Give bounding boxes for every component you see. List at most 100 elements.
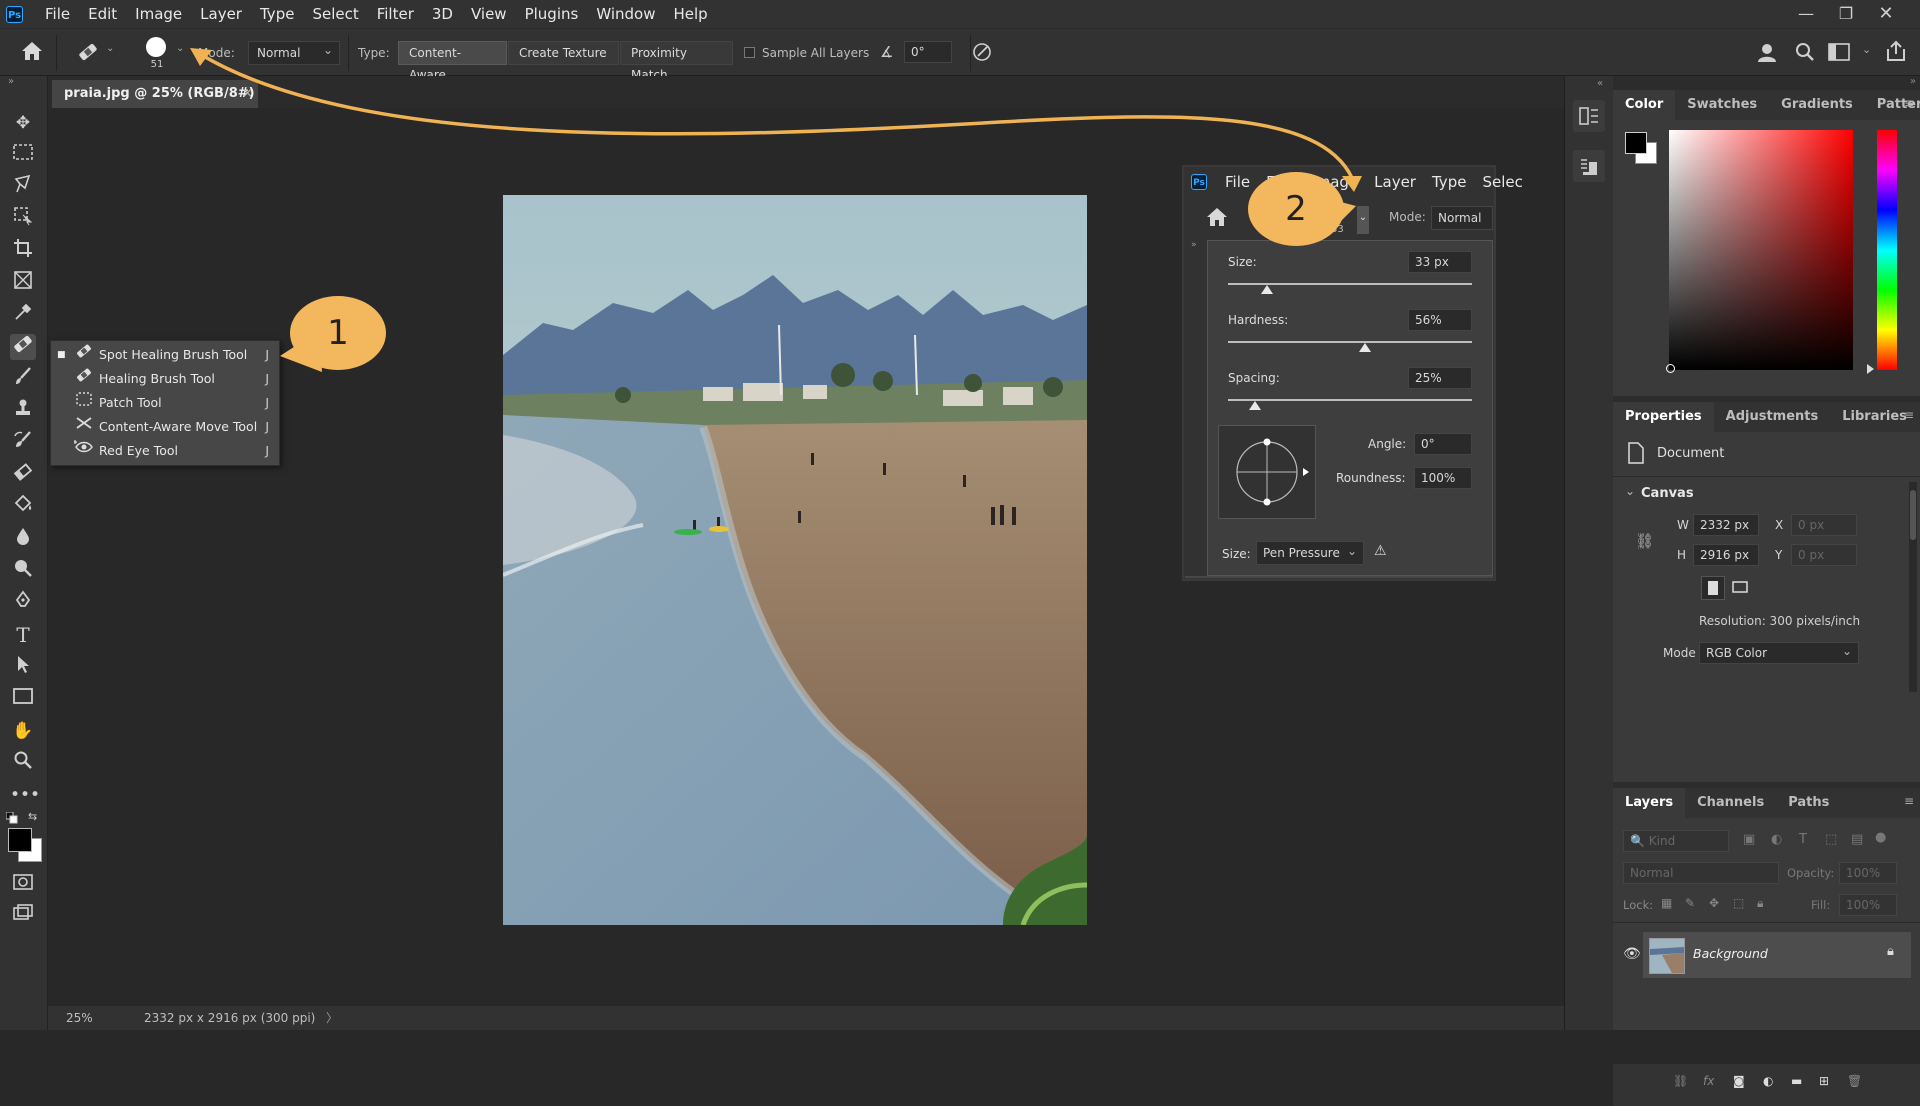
canvas-width-input[interactable]: 2332 px: [1693, 514, 1759, 536]
document-tab[interactable]: praia.jpg @ 25% (RGB/8#) ×: [52, 80, 258, 108]
crop-tool-icon[interactable]: [10, 238, 36, 264]
adjustment-layer-icon[interactable]: ◐: [1763, 1074, 1773, 1088]
inset-menu-select[interactable]: Selec: [1474, 168, 1530, 196]
create-texture-button[interactable]: Create Texture: [508, 41, 619, 65]
menu-window[interactable]: Window: [587, 0, 664, 28]
paint-bucket-tool-icon[interactable]: [10, 494, 36, 520]
inset-menu-layer[interactable]: Layer: [1366, 168, 1424, 196]
new-group-icon[interactable]: ▬: [1791, 1074, 1802, 1088]
filter-pixel-icon[interactable]: ▣: [1743, 832, 1755, 847]
layer-effects-icon[interactable]: fx: [1703, 1074, 1714, 1088]
lock-position-icon[interactable]: ✥: [1709, 896, 1719, 910]
layer-kind-filter[interactable]: 🔍 Kind: [1623, 830, 1729, 852]
layers-menu-icon[interactable]: ≡: [1904, 794, 1914, 808]
canvas-height-input[interactable]: 2916 px: [1693, 544, 1759, 566]
tab-paths[interactable]: Paths: [1776, 788, 1841, 818]
hardness-slider-thumb[interactable]: [1358, 343, 1371, 352]
eyedropper-tool-icon[interactable]: [10, 302, 36, 328]
tab-properties[interactable]: Properties: [1613, 402, 1714, 432]
history-brush-tool-icon[interactable]: [10, 430, 36, 456]
collapse-toolbar-icon[interactable]: »: [8, 76, 14, 87]
inset-brush-chevron-icon[interactable]: ⌄: [1357, 206, 1369, 234]
layer-lock-icon[interactable]: 🔒︎: [1887, 944, 1894, 959]
layer-row-background[interactable]: Background 🔒︎: [1643, 932, 1911, 978]
brush-picker-chevron-icon[interactable]: ⌄: [176, 43, 184, 54]
menu-file[interactable]: File: [36, 0, 79, 28]
rectangle-tool-icon[interactable]: [10, 686, 36, 712]
menu-layer[interactable]: Layer: [191, 0, 251, 28]
menu-filter[interactable]: Filter: [368, 0, 423, 28]
tab-adjustments[interactable]: Adjustments: [1714, 402, 1831, 432]
menu-edit[interactable]: Edit: [79, 0, 126, 28]
flyout-patch-tool[interactable]: Patch Tool J: [51, 391, 279, 415]
angle-input[interactable]: 0°: [904, 41, 952, 63]
brush-tool-icon[interactable]: [10, 366, 36, 392]
size-slider-thumb[interactable]: [1261, 285, 1274, 294]
spacing-input[interactable]: 25%: [1408, 367, 1472, 389]
mode-select[interactable]: Normal: [248, 39, 340, 65]
share-user-icon[interactable]: [1756, 41, 1780, 68]
history-panel-icon[interactable]: [1573, 100, 1605, 132]
spacing-slider-thumb[interactable]: [1248, 401, 1261, 410]
canvas-y-input[interactable]: 0 px: [1791, 544, 1857, 566]
hue-slider-thumb[interactable]: [1867, 364, 1874, 374]
size-input[interactable]: 33 px: [1408, 251, 1472, 273]
menu-3d[interactable]: 3D: [423, 0, 462, 28]
brush-tip-preview[interactable]: [1218, 425, 1316, 519]
swap-colors-icon[interactable]: ⇆: [28, 810, 37, 823]
color-field[interactable]: [1669, 130, 1853, 370]
layer-visibility-eye-icon[interactable]: 👁︎: [1623, 946, 1641, 962]
clone-stamp-tool-icon[interactable]: [10, 398, 36, 424]
edit-toolbar-icon[interactable]: •••: [10, 782, 40, 808]
menu-plugins[interactable]: Plugins: [516, 0, 588, 28]
default-colors-icon[interactable]: [5, 811, 18, 824]
fill-input[interactable]: 100%: [1839, 894, 1897, 916]
link-dimensions-icon[interactable]: ⛓: [1635, 532, 1654, 550]
new-layer-icon[interactable]: ⊞: [1819, 1074, 1829, 1088]
properties-scrollbar[interactable]: [1909, 482, 1917, 692]
move-tool-icon[interactable]: ✥: [10, 110, 36, 136]
hue-slider[interactable]: [1877, 130, 1897, 370]
filter-adjustment-icon[interactable]: ◐: [1771, 832, 1782, 847]
spacing-slider[interactable]: [1228, 399, 1472, 401]
flyout-red-eye-tool[interactable]: Red Eye Tool J: [51, 439, 279, 463]
blur-tool-icon[interactable]: [10, 526, 36, 552]
menu-image[interactable]: Image: [126, 0, 191, 28]
content-aware-button[interactable]: Content-Aware: [398, 41, 507, 82]
object-selection-tool-icon[interactable]: [10, 206, 36, 232]
color-panel-menu-icon[interactable]: ≡: [1904, 96, 1914, 110]
path-selection-tool-icon[interactable]: [10, 654, 36, 680]
blend-mode-select[interactable]: Normal: [1623, 862, 1779, 884]
properties-menu-icon[interactable]: ≡: [1904, 408, 1914, 422]
brush-preview-icon[interactable]: [146, 37, 166, 57]
flyout-healing-brush[interactable]: Healing Brush Tool J: [51, 367, 279, 391]
hand-tool-icon[interactable]: ✋: [10, 718, 36, 744]
spot-healing-brush-tool-icon[interactable]: [10, 334, 36, 360]
marquee-tool-icon[interactable]: [10, 142, 36, 168]
dodge-tool-icon[interactable]: [10, 558, 36, 584]
eraser-tool-icon[interactable]: [10, 462, 36, 488]
layer-name[interactable]: Background: [1693, 946, 1768, 961]
pen-pressure-select[interactable]: Pen Pressure ⌄: [1256, 541, 1364, 565]
home-icon[interactable]: [20, 40, 48, 66]
color-mode-select[interactable]: RGB Color ⌄: [1699, 642, 1859, 664]
opacity-input[interactable]: 100%: [1839, 862, 1897, 884]
lock-transparent-icon[interactable]: ▦: [1661, 896, 1672, 910]
hardness-slider[interactable]: [1228, 341, 1472, 343]
canvas-x-input[interactable]: 0 px: [1791, 514, 1857, 536]
flyout-content-aware-move[interactable]: Content-Aware Move Tool J: [51, 415, 279, 439]
tab-gradients[interactable]: Gradients: [1769, 90, 1865, 120]
type-tool-icon[interactable]: T: [10, 622, 36, 648]
screen-mode-icon[interactable]: [10, 904, 36, 930]
quick-mask-icon[interactable]: [10, 872, 36, 898]
landscape-orientation-icon[interactable]: [1729, 576, 1751, 598]
menu-type[interactable]: Type: [251, 0, 303, 28]
color-picker-ring[interactable]: [1666, 364, 1675, 373]
link-layers-icon[interactable]: ⛓: [1673, 1074, 1688, 1088]
sample-all-layers-checkbox[interactable]: [744, 47, 755, 58]
flyout-spot-healing-brush[interactable]: ■ Spot Healing Brush Tool J: [51, 343, 279, 367]
menu-help[interactable]: Help: [664, 0, 716, 28]
collapse-panels-icon[interactable]: »: [1910, 76, 1916, 87]
lock-all-icon[interactable]: 🔒︎: [1757, 896, 1763, 911]
tool-preset-icon[interactable]: [76, 41, 102, 65]
